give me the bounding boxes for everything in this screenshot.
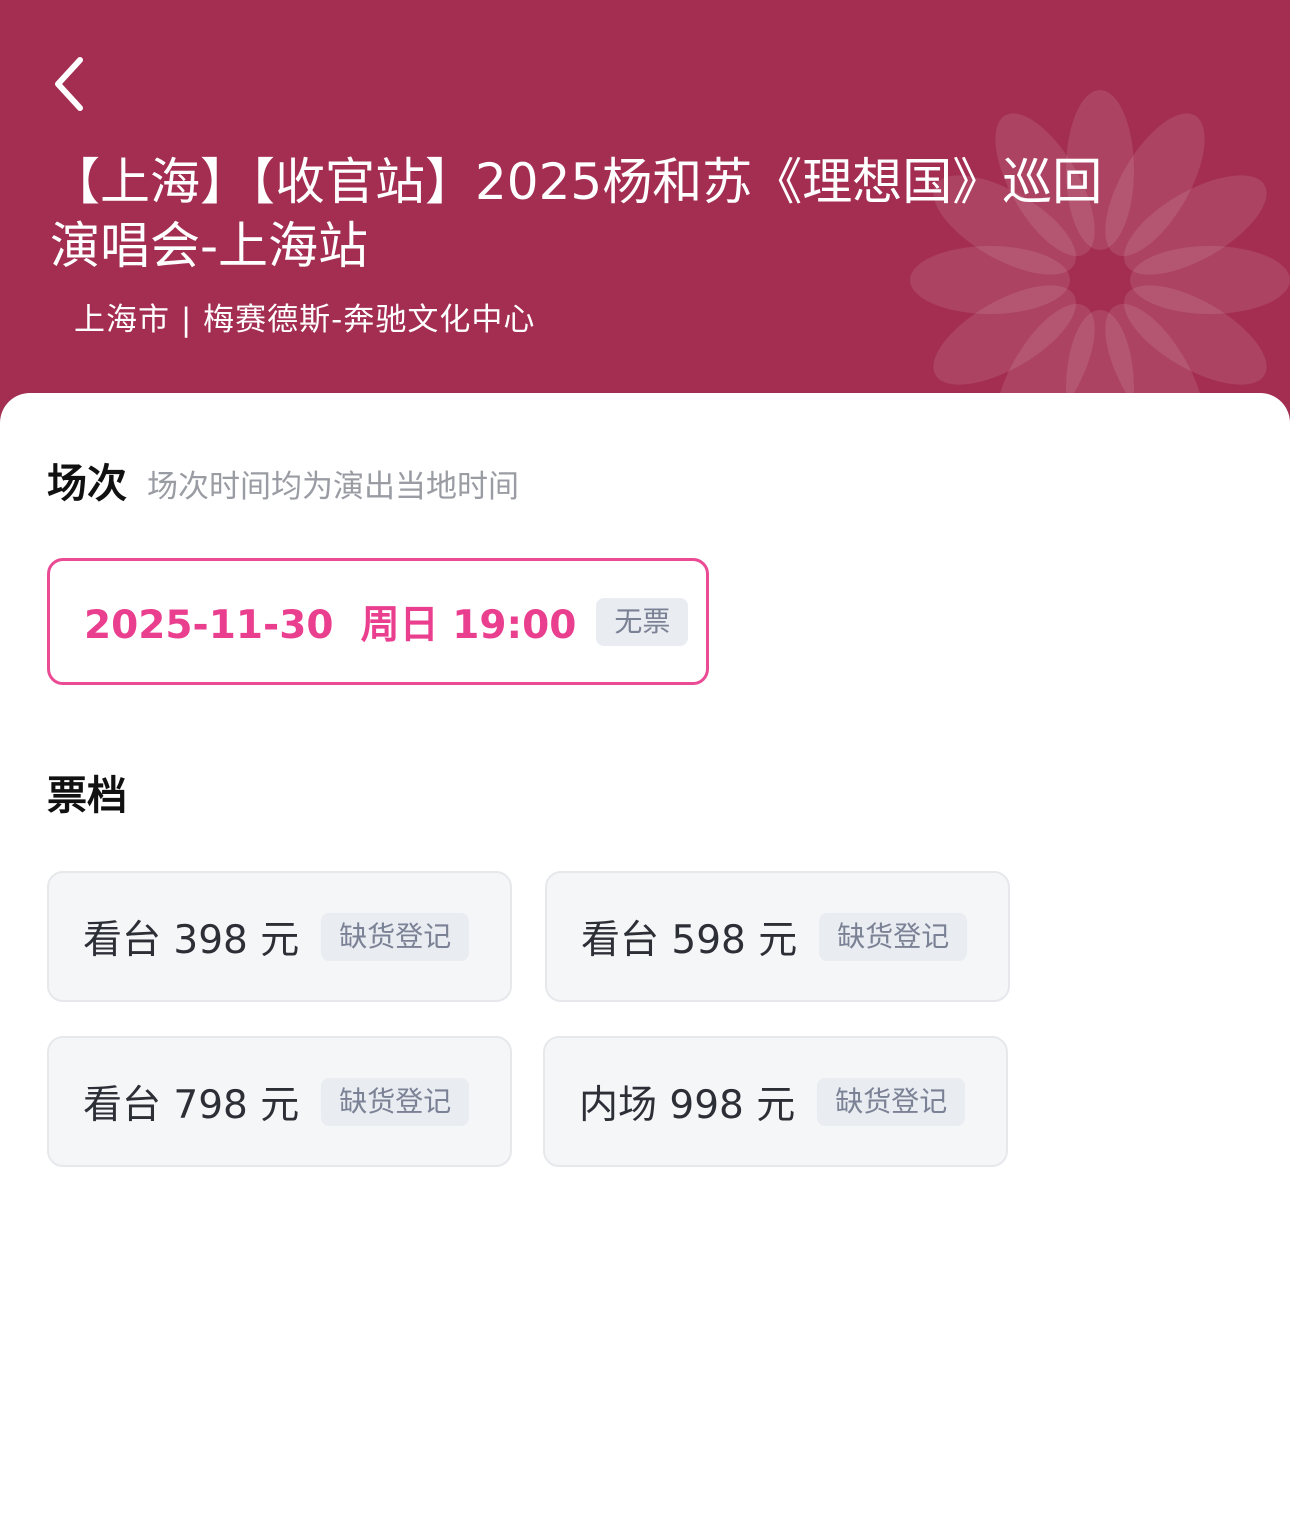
ticket-tier-label: 看台 598 元	[581, 917, 798, 963]
session-section-header: 场次 场次时间均为演出当地时间	[47, 451, 519, 509]
session-option[interactable]: 2025-11-30 周日 19:00 无票	[47, 558, 709, 685]
chevron-left-icon	[55, 57, 83, 111]
waitlist-badge: 缺货登记	[321, 912, 470, 961]
waitlist-badge: 缺货登记	[819, 912, 968, 961]
ticket-tier-option[interactable]: 看台 598 元 缺货登记	[545, 871, 1010, 1002]
event-title: 【上海】【收官站】2025杨和苏《理想国》巡回 演唱会-上海站	[50, 153, 1103, 275]
ticket-tier-option[interactable]: 内场 998 元 缺货登记	[543, 1036, 1008, 1167]
session-status-badge: 无票	[596, 597, 689, 646]
ticket-tier-label: 看台 398 元	[83, 917, 300, 963]
waitlist-badge: 缺货登记	[321, 1077, 470, 1126]
session-datetime: 2025-11-30 周日 19:00	[84, 602, 577, 648]
tier-section-header: 票档	[47, 763, 127, 821]
waitlist-badge: 缺货登记	[817, 1077, 966, 1126]
tier-section-title: 票档	[47, 773, 127, 819]
session-time-note: 场次时间均为演出当地时间	[147, 469, 519, 505]
event-venue: 上海市 | 梅赛德斯-奔驰文化中心	[74, 302, 536, 338]
event-header: 【上海】【收官站】2025杨和苏《理想国》巡回 演唱会-上海站 上海市 | 梅赛…	[0, 0, 1290, 440]
back-button[interactable]	[40, 52, 100, 116]
ticket-tier-label: 看台 798 元	[83, 1082, 300, 1128]
selection-sheet: 场次 场次时间均为演出当地时间 2025-11-30 周日 19:00 无票 票…	[0, 393, 1290, 1527]
session-section-title: 场次	[47, 461, 127, 507]
ticket-tier-label: 内场 998 元	[579, 1082, 796, 1128]
ticket-tier-option[interactable]: 看台 398 元 缺货登记	[47, 871, 512, 1002]
ticket-tier-option[interactable]: 看台 798 元 缺货登记	[47, 1036, 512, 1167]
